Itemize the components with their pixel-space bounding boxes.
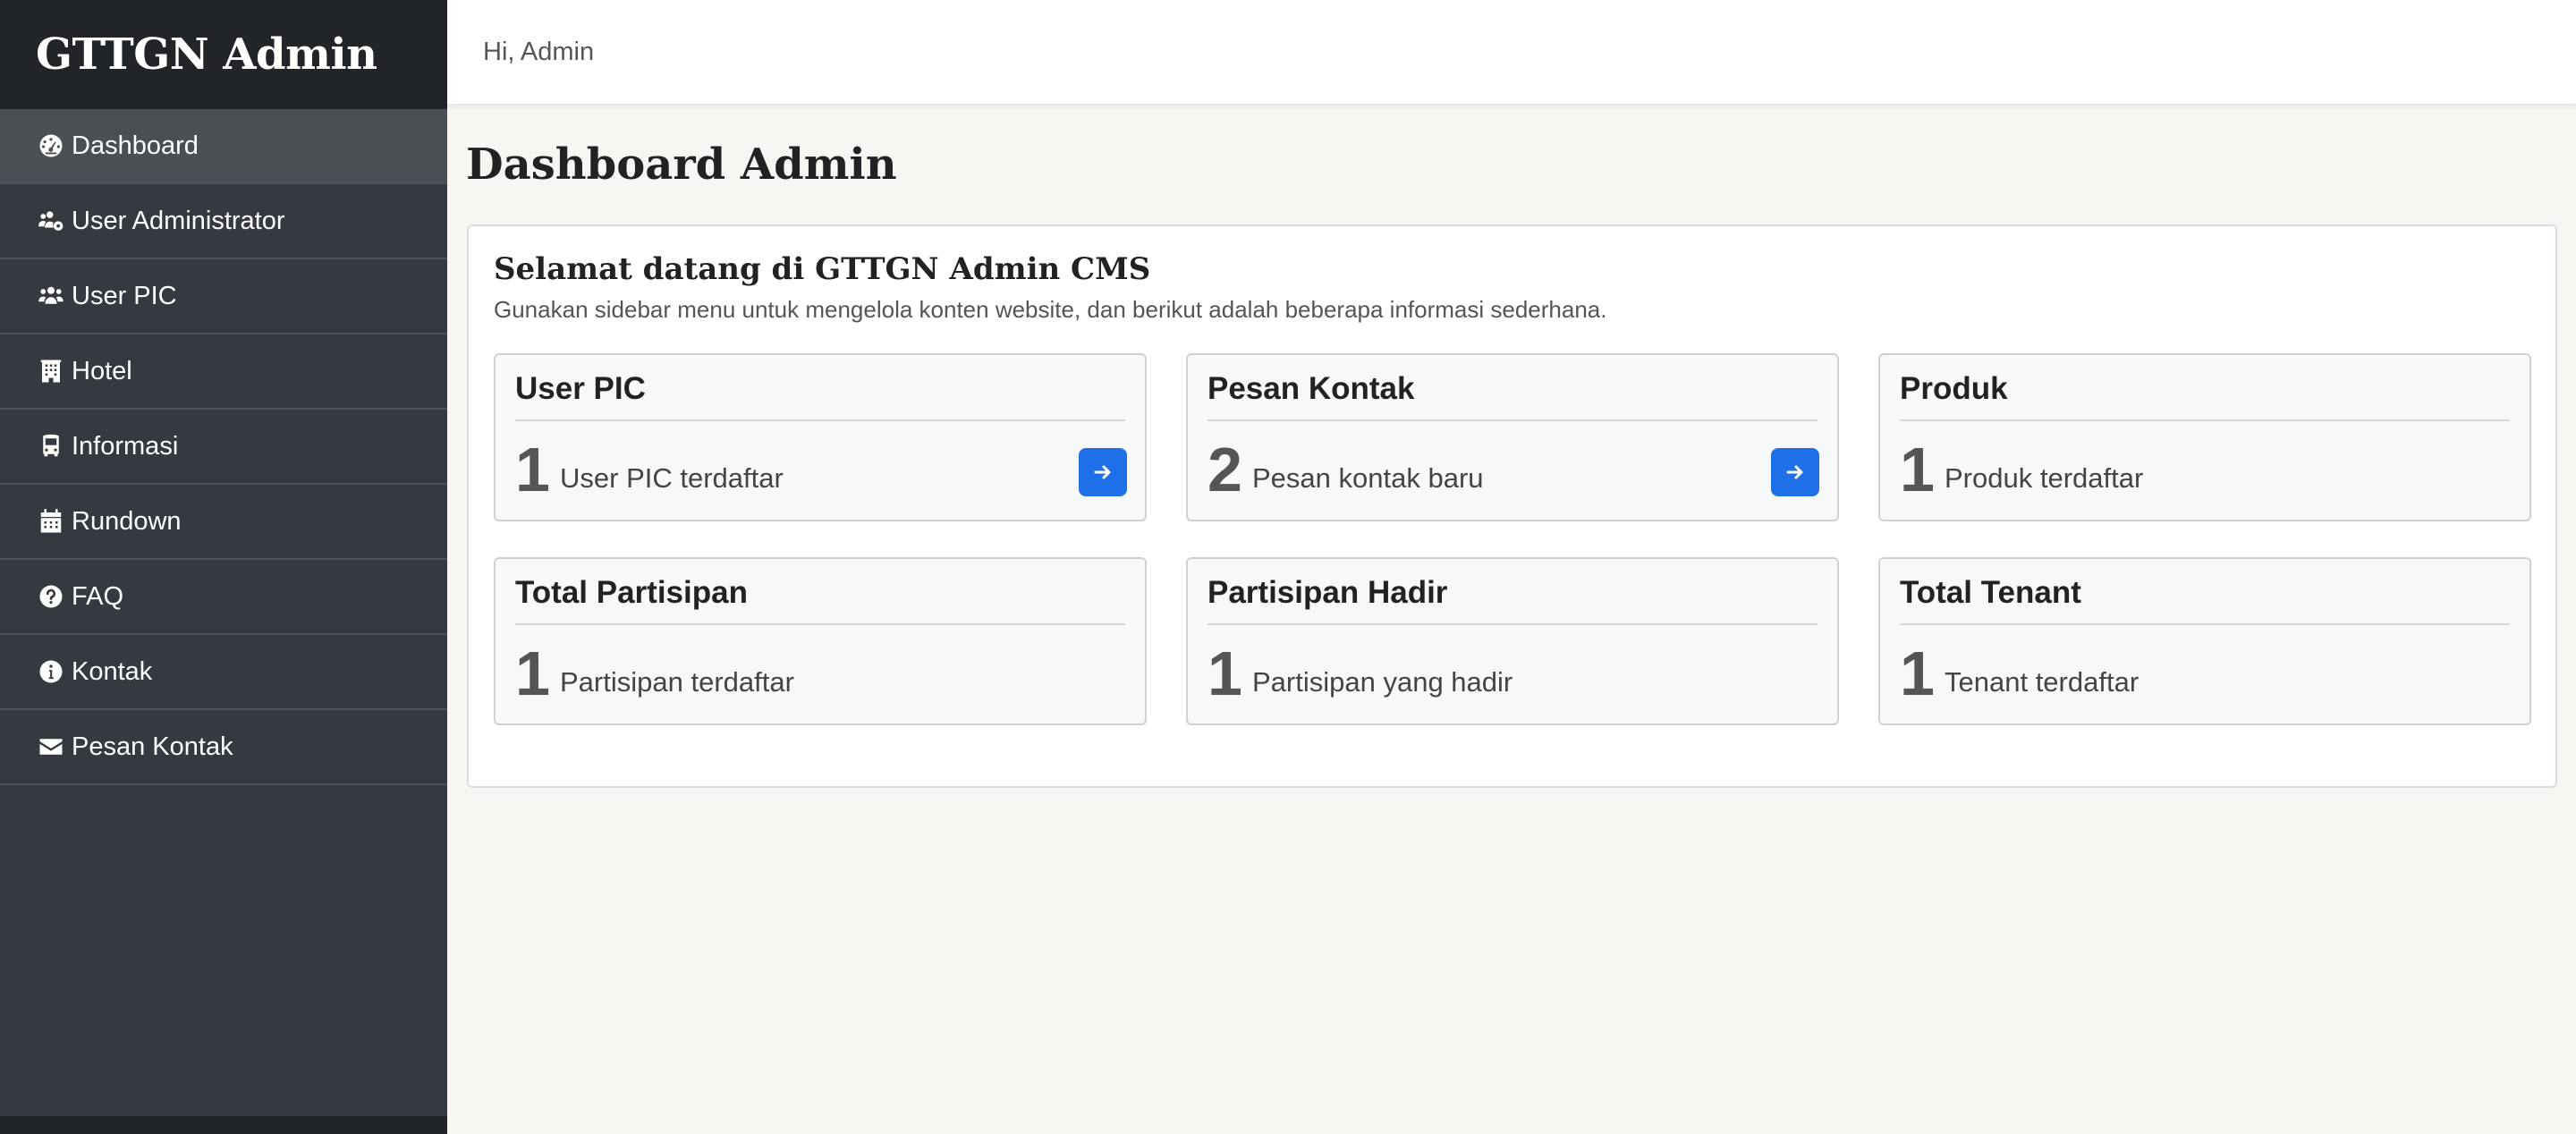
- card-title: Total Partisipan: [515, 575, 748, 610]
- stat-card-partisipan-hadir: Partisipan Hadir 1 Partisipan yang hadir: [1186, 557, 1839, 725]
- arrow-right-icon: [1786, 465, 1803, 479]
- sidebar-item-informasi[interactable]: Informasi: [0, 410, 447, 485]
- card-label: Partisipan yang hadir: [1252, 666, 1513, 698]
- envelope-icon: [36, 732, 66, 762]
- user-pic-go-button[interactable]: [1079, 448, 1127, 496]
- sidebar-item-rundown[interactable]: Rundown: [0, 485, 447, 560]
- card-title: User PIC: [515, 371, 646, 406]
- stat-card-produk: Produk 1 Produk terdaftar: [1878, 353, 2531, 521]
- brand-logo[interactable]: GTTGN Admin: [0, 0, 447, 109]
- sidebar-footer: [0, 1116, 447, 1134]
- sidebar-item-label: Dashboard: [72, 131, 199, 160]
- sidebar-item-faq[interactable]: FAQ: [0, 560, 447, 635]
- card-title: Pesan Kontak: [1208, 371, 1415, 406]
- stat-card-pesan-kontak: Pesan Kontak 2 Pesan kontak baru: [1186, 353, 1839, 521]
- welcome-description: Gunakan sidebar menu untuk mengelola kon…: [494, 296, 1607, 323]
- card-title: Total Tenant: [1900, 575, 2081, 610]
- users-icon: [36, 281, 66, 311]
- sidebar-item-label: Informasi: [72, 431, 179, 461]
- sidebar-item-label: Hotel: [72, 356, 132, 385]
- card-title: Produk: [1900, 371, 2008, 406]
- sidebar-item-dashboard[interactable]: Dashboard: [0, 109, 447, 184]
- card-label: Tenant terdaftar: [1945, 666, 2140, 698]
- dashboard-icon: [36, 131, 66, 161]
- card-count: 1: [515, 639, 550, 708]
- stat-card-total-tenant: Total Tenant 1 Tenant terdaftar: [1878, 557, 2531, 725]
- sidebar-item-label: FAQ: [72, 581, 124, 611]
- card-divider: [1900, 623, 2510, 625]
- sidebar-item-user-pic[interactable]: User PIC: [0, 259, 447, 334]
- question-circle-icon: [36, 581, 66, 612]
- hotel-icon: [36, 356, 66, 386]
- card-label: User PIC terdaftar: [560, 462, 784, 494]
- sidebar-item-label: Kontak: [72, 656, 153, 686]
- sidebar-item-label: User Administrator: [72, 206, 285, 235]
- sidebar-item-pesan-kontak[interactable]: Pesan Kontak: [0, 710, 447, 785]
- card-label: Pesan kontak baru: [1252, 462, 1484, 494]
- card-title: Partisipan Hadir: [1208, 575, 1448, 610]
- sidebar-item-label: Pesan Kontak: [72, 732, 233, 761]
- stat-card-user-pic: User PIC 1 User PIC terdaftar: [494, 353, 1147, 521]
- card-count: 1: [515, 435, 550, 504]
- info-circle-icon: [36, 656, 66, 687]
- bus-icon: [36, 431, 66, 461]
- user-greeting[interactable]: Hi, Admin: [483, 38, 594, 67]
- card-count: 1: [1900, 639, 1935, 708]
- stat-card-total-partisipan: Total Partisipan 1 Partisipan terdaftar: [494, 557, 1147, 725]
- sidebar-item-label: Rundown: [72, 506, 182, 536]
- card-divider: [515, 419, 1125, 421]
- sidebar-item-hotel[interactable]: Hotel: [0, 334, 447, 410]
- card-count: 2: [1208, 435, 1242, 504]
- topbar: Hi, Admin: [447, 0, 2576, 104]
- sidebar-item-user-administrator[interactable]: User Administrator: [0, 184, 447, 259]
- calendar-icon: [36, 506, 66, 537]
- card-divider: [1208, 623, 1818, 625]
- sidebar-item-kontak[interactable]: Kontak: [0, 635, 447, 710]
- card-label: Partisipan terdaftar: [560, 666, 794, 698]
- card-divider: [1900, 419, 2510, 421]
- card-count: 1: [1900, 435, 1935, 504]
- page-title: Dashboard Admin: [466, 140, 897, 190]
- card-label: Produk terdaftar: [1945, 462, 2144, 494]
- users-cog-icon: [36, 206, 66, 236]
- sidebar: GTTGN Admin Dashboard User Administrator…: [0, 0, 447, 1134]
- card-divider: [515, 623, 1125, 625]
- sidebar-nav: Dashboard User Administrator User PIC Ho…: [0, 109, 447, 785]
- welcome-title: Selamat datang di GTTGN Admin CMS: [494, 251, 1151, 287]
- sidebar-item-label: User PIC: [72, 281, 177, 310]
- pesan-kontak-go-button[interactable]: [1771, 448, 1819, 496]
- welcome-panel: Selamat datang di GTTGN Admin CMS Gunaka…: [467, 224, 2557, 788]
- card-count: 1: [1208, 639, 1242, 708]
- arrow-right-icon: [1094, 465, 1111, 479]
- card-divider: [1208, 419, 1818, 421]
